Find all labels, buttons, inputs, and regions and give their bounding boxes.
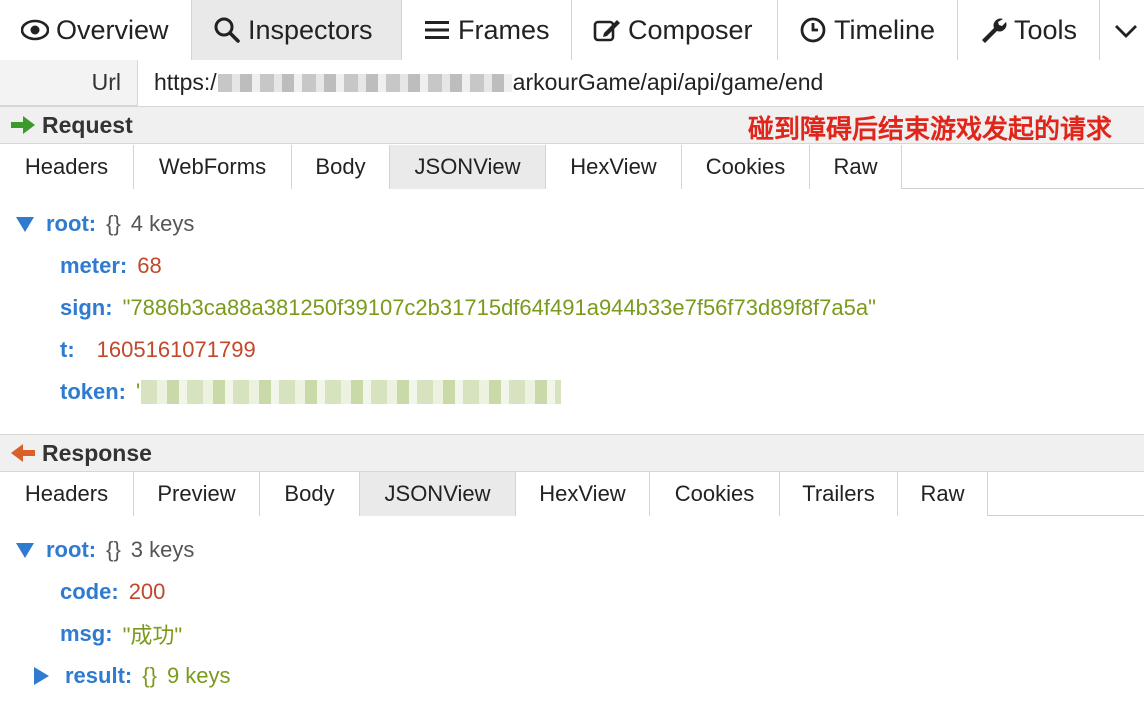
request-tab-hexview[interactable]: HexView	[546, 145, 682, 189]
redacted-url-segment	[217, 73, 512, 92]
tab-overview[interactable]: Overview	[0, 0, 192, 60]
json-value: '	[136, 379, 141, 404]
json-key: root:	[46, 537, 97, 562]
request-tab-headers[interactable]: Headers	[0, 145, 134, 189]
url-label: Url	[0, 59, 138, 106]
tab-composer[interactable]: Composer	[572, 0, 778, 60]
tab-frames[interactable]: Frames	[402, 0, 572, 60]
response-tab-preview[interactable]: Preview	[134, 472, 260, 516]
tab-composer-label: Composer	[628, 14, 753, 45]
response-tab-jsonview[interactable]: JSONView	[360, 472, 516, 516]
collapse-triangle-icon[interactable]	[16, 542, 34, 558]
url-suffix: arkourGame/api/api/game/end	[512, 69, 824, 95]
response-tab-hexview[interactable]: HexView	[516, 472, 650, 516]
response-tab-cookies[interactable]: Cookies	[650, 472, 780, 516]
search-icon	[212, 15, 242, 45]
request-json-tree: root: {} 4 keys meter: 68 sign: "7886b3c…	[0, 190, 1144, 434]
eye-icon	[20, 15, 50, 45]
request-root-node[interactable]: root: {} 4 keys	[16, 207, 194, 241]
json-node-result[interactable]: result: {} 9 keys	[34, 659, 231, 693]
request-tab-raw[interactable]: Raw	[810, 145, 902, 189]
json-value: "7886b3ca88a381250f39107c2b31715df64f491…	[122, 295, 876, 320]
expand-triangle-icon[interactable]	[34, 667, 49, 685]
redacted-token	[141, 380, 562, 404]
tab-tools[interactable]: Tools	[958, 0, 1100, 60]
url-prefix: https:/	[154, 69, 217, 95]
response-header[interactable]: Response	[0, 434, 1144, 472]
json-field-msg: msg: "成功"	[60, 617, 182, 651]
request-header[interactable]: Request 碰到障碍后结束游戏发起的请求	[0, 106, 1144, 144]
tab-timeline-label: Timeline	[834, 14, 936, 45]
json-key-count: 4 keys	[130, 211, 195, 236]
json-key: result:	[65, 663, 133, 688]
edit-icon	[592, 15, 622, 45]
json-field-sign: sign: "7886b3ca88a381250f39107c2b31715df…	[60, 291, 876, 325]
tab-inspectors-label: Inspectors	[248, 14, 373, 45]
json-key: msg:	[60, 621, 113, 646]
request-tab-body[interactable]: Body	[292, 145, 390, 189]
response-title: Response	[42, 439, 152, 466]
json-value: 200	[128, 579, 166, 604]
json-field-code: code: 200	[60, 575, 165, 609]
json-key: meter:	[60, 253, 128, 278]
tab-frames-label: Frames	[458, 14, 550, 45]
top-tab-bar: Overview Inspectors Frames Composer Time…	[0, 0, 1144, 60]
tab-tools-label: Tools	[1014, 14, 1078, 45]
json-value: "成功"	[122, 623, 183, 648]
json-brace: {}	[106, 211, 121, 236]
json-value: 1605161071799	[96, 337, 256, 362]
json-key: t:	[60, 337, 75, 362]
response-tab-headers[interactable]: Headers	[0, 472, 134, 516]
response-tabs: Headers Preview Body JSONView HexView Co…	[0, 472, 1144, 516]
response-json-tree: root: {} 3 keys code: 200 msg: "成功" resu…	[0, 517, 1144, 710]
arrow-left-icon	[10, 441, 38, 465]
request-tabs: Headers WebForms Body JSONView HexView C…	[0, 145, 1144, 189]
wrench-icon	[978, 15, 1008, 45]
json-brace: {}	[142, 663, 157, 688]
request-title: Request	[42, 111, 133, 138]
json-key-count: 3 keys	[130, 537, 195, 562]
url-row: Url https:/ arkourGame/api/api/game/end	[0, 59, 1144, 106]
arrow-right-icon	[10, 113, 38, 137]
json-key-count: 9 keys	[166, 663, 231, 688]
more-tabs-button[interactable]	[1100, 0, 1144, 60]
tab-overview-label: Overview	[56, 14, 169, 45]
json-key: code:	[60, 579, 119, 604]
response-tab-trailers[interactable]: Trailers	[780, 472, 898, 516]
json-value: 68	[137, 253, 162, 278]
response-tab-raw[interactable]: Raw	[898, 472, 988, 516]
clock-icon	[798, 15, 828, 45]
request-annotation: 碰到障碍后结束游戏发起的请求	[747, 114, 1112, 144]
json-key: sign:	[60, 295, 113, 320]
json-key: token:	[60, 379, 126, 404]
request-tab-webforms[interactable]: WebForms	[134, 145, 292, 189]
url-field[interactable]: https:/ arkourGame/api/api/game/end	[138, 59, 1144, 106]
tab-timeline[interactable]: Timeline	[778, 0, 958, 60]
json-field-t: t: 1605161071799	[60, 333, 256, 367]
response-root-node[interactable]: root: {} 3 keys	[16, 533, 194, 567]
collapse-triangle-icon[interactable]	[16, 216, 34, 232]
response-tab-body[interactable]: Body	[260, 472, 360, 516]
json-key: root:	[46, 211, 97, 236]
json-field-token: token: '	[60, 375, 562, 409]
list-icon	[422, 15, 452, 45]
json-field-meter: meter: 68	[60, 249, 162, 283]
tab-inspectors[interactable]: Inspectors	[192, 0, 402, 60]
request-tab-jsonview[interactable]: JSONView	[390, 145, 546, 189]
chevron-down-icon	[1114, 15, 1138, 46]
json-brace: {}	[106, 537, 121, 562]
request-tab-cookies[interactable]: Cookies	[682, 145, 810, 189]
